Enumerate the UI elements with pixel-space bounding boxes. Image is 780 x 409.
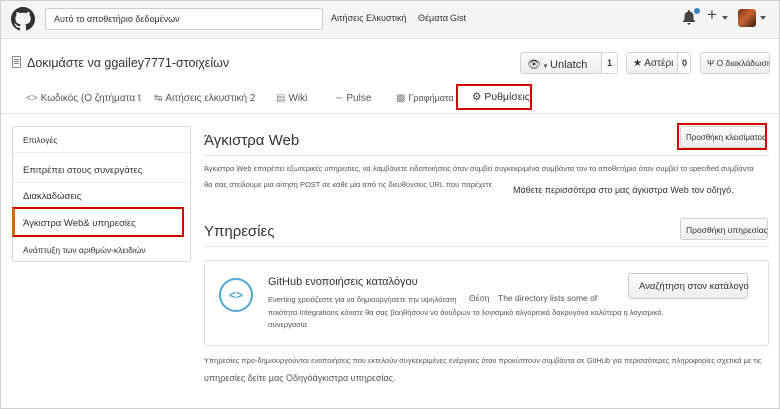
unwatch-label: Unlatch (550, 59, 588, 71)
webhooks-description-line2: θα σας στείλουμε μια αίτηση POST σε κάθε… (204, 180, 492, 189)
code-icon: <> (219, 278, 253, 312)
unwatch-button[interactable]: 👁 ▾ Unlatch (520, 52, 602, 74)
catalog-text-line3: συνεργασία (268, 320, 307, 329)
tab-pull-requests[interactable]: ↹ Αιτήσεις ελκυστική 2 (154, 93, 255, 104)
github-logo-icon[interactable] (11, 7, 35, 31)
add-webhook-highlight (677, 123, 767, 150)
code-icon: <> (26, 93, 38, 104)
tab-wiki-label: Wiki (288, 93, 308, 104)
catalog-text: Everting χρειάζεστε για να δημιουργήσετε… (268, 295, 457, 304)
divider (204, 246, 769, 247)
sidebar-item-options[interactable]: Επιλογές (13, 127, 190, 153)
sidebar-item-deploy-keys[interactable]: Ανάπτυξη των αριθμών-κλειδιών (13, 237, 190, 263)
sidebar-item-branches[interactable]: Διακλαδώσεις (13, 183, 190, 209)
catalog-title: GitHub ενοποιήσεις καταλόγου (268, 276, 418, 288)
avatar[interactable] (738, 9, 756, 27)
watch-count[interactable]: 1 (601, 52, 618, 74)
nav-pull-requests[interactable]: Αιτήσεις Ελκυστική (331, 13, 407, 23)
catalog-text-b: Θέση (469, 293, 490, 303)
services-footer: Υπηρεσίες προ-δημιουργούνται ενοποιήσεις… (204, 356, 762, 365)
graph-icon: ▩ (396, 93, 406, 104)
services-title: Υπηρεσίες (204, 223, 275, 240)
star-icon: ★ (633, 58, 642, 69)
add-service-label: Προσθήκη υπηρεσίας (686, 225, 768, 235)
sidebar-item-webhooks[interactable]: Άγκιστρα Web& υπηρεσίες (12, 207, 184, 237)
tab-code-label: Κωδικός (Ο ζητήματα t (40, 93, 141, 104)
chevron-down-icon[interactable] (722, 16, 728, 20)
tab-pulse[interactable]: ∼ Pulse (335, 93, 371, 104)
star-label: Αστέρι (644, 58, 674, 69)
webhooks-description: Άγκιστρα Web επιτρέπει εξωτερικές υπηρεσ… (204, 164, 754, 173)
tab-pulse-label: Pulse (346, 93, 372, 104)
chevron-down-icon: ▾ (543, 63, 548, 70)
add-service-button[interactable]: Προσθήκη υπηρεσίας ▾ (680, 218, 768, 240)
tab-settings-label: Ρυθμίσεις (484, 91, 530, 103)
tab-graphs-label: Γραφήματα (408, 93, 454, 103)
nav-gist[interactable]: Gist (450, 13, 466, 23)
pulse-icon: ∼ (335, 93, 344, 104)
repo-icon (12, 56, 21, 68)
tab-pulls-label: Αιτήσεις ελκυστική 2 (165, 93, 256, 104)
tab-settings[interactable]: ⚙ Ρυθμίσεις (456, 84, 532, 110)
eye-icon: 👁 (527, 59, 541, 71)
gear-icon: ⚙ (472, 91, 482, 103)
webhooks-guide-link[interactable]: Μάθετε περισσότερα στο μας άγκιστρα Web … (513, 185, 734, 195)
nav-issues[interactable]: Θέματα (418, 13, 448, 23)
tab-graphs[interactable]: ▩ Γραφήματα (396, 93, 454, 104)
sidebar-item-collaborators[interactable]: Επιτρέπει στους συνεργάτες (13, 157, 190, 183)
divider (204, 155, 769, 156)
repo-title[interactable]: Δοκιμάστε να ggailey7771-στοιχείων (27, 56, 229, 70)
fork-label: Ο διακλάδωση (716, 58, 770, 68)
chevron-down-icon[interactable] (760, 16, 766, 20)
browse-directory-button[interactable]: Αναζήτηση στον κατάλογο (628, 273, 749, 299)
settings-sidebar: Επιλογές Επιτρέπει στους συνεργάτες Διακ… (12, 126, 191, 262)
services-guide-link[interactable]: υπηρεσίες δείτε μας Οδηγόάγκιστρα υπηρεσ… (204, 373, 396, 383)
tab-code[interactable]: <> Κωδικός (Ο ζητήματα t (26, 93, 141, 104)
star-count[interactable]: 0 (677, 52, 691, 74)
book-icon: ▤ (276, 93, 286, 104)
tab-wiki[interactable]: ▤ Wiki (276, 93, 307, 104)
fork-button[interactable]: Ψ Ο διακλάδωση (700, 52, 770, 74)
webhooks-title: Άγκιστρα Web (204, 132, 300, 149)
search-input[interactable] (45, 8, 323, 30)
notification-dot (694, 8, 700, 14)
star-button[interactable]: ★ Αστέρι (626, 52, 681, 74)
catalog-text-c: The directory lists some of (498, 293, 598, 303)
plus-icon[interactable]: + (707, 5, 717, 25)
pull-request-icon: ↹ (154, 93, 163, 104)
catalog-text-line2: ποιότητα Integrations κάνατε θα σας βοηθ… (268, 308, 664, 317)
fork-icon: Ψ (707, 58, 715, 68)
